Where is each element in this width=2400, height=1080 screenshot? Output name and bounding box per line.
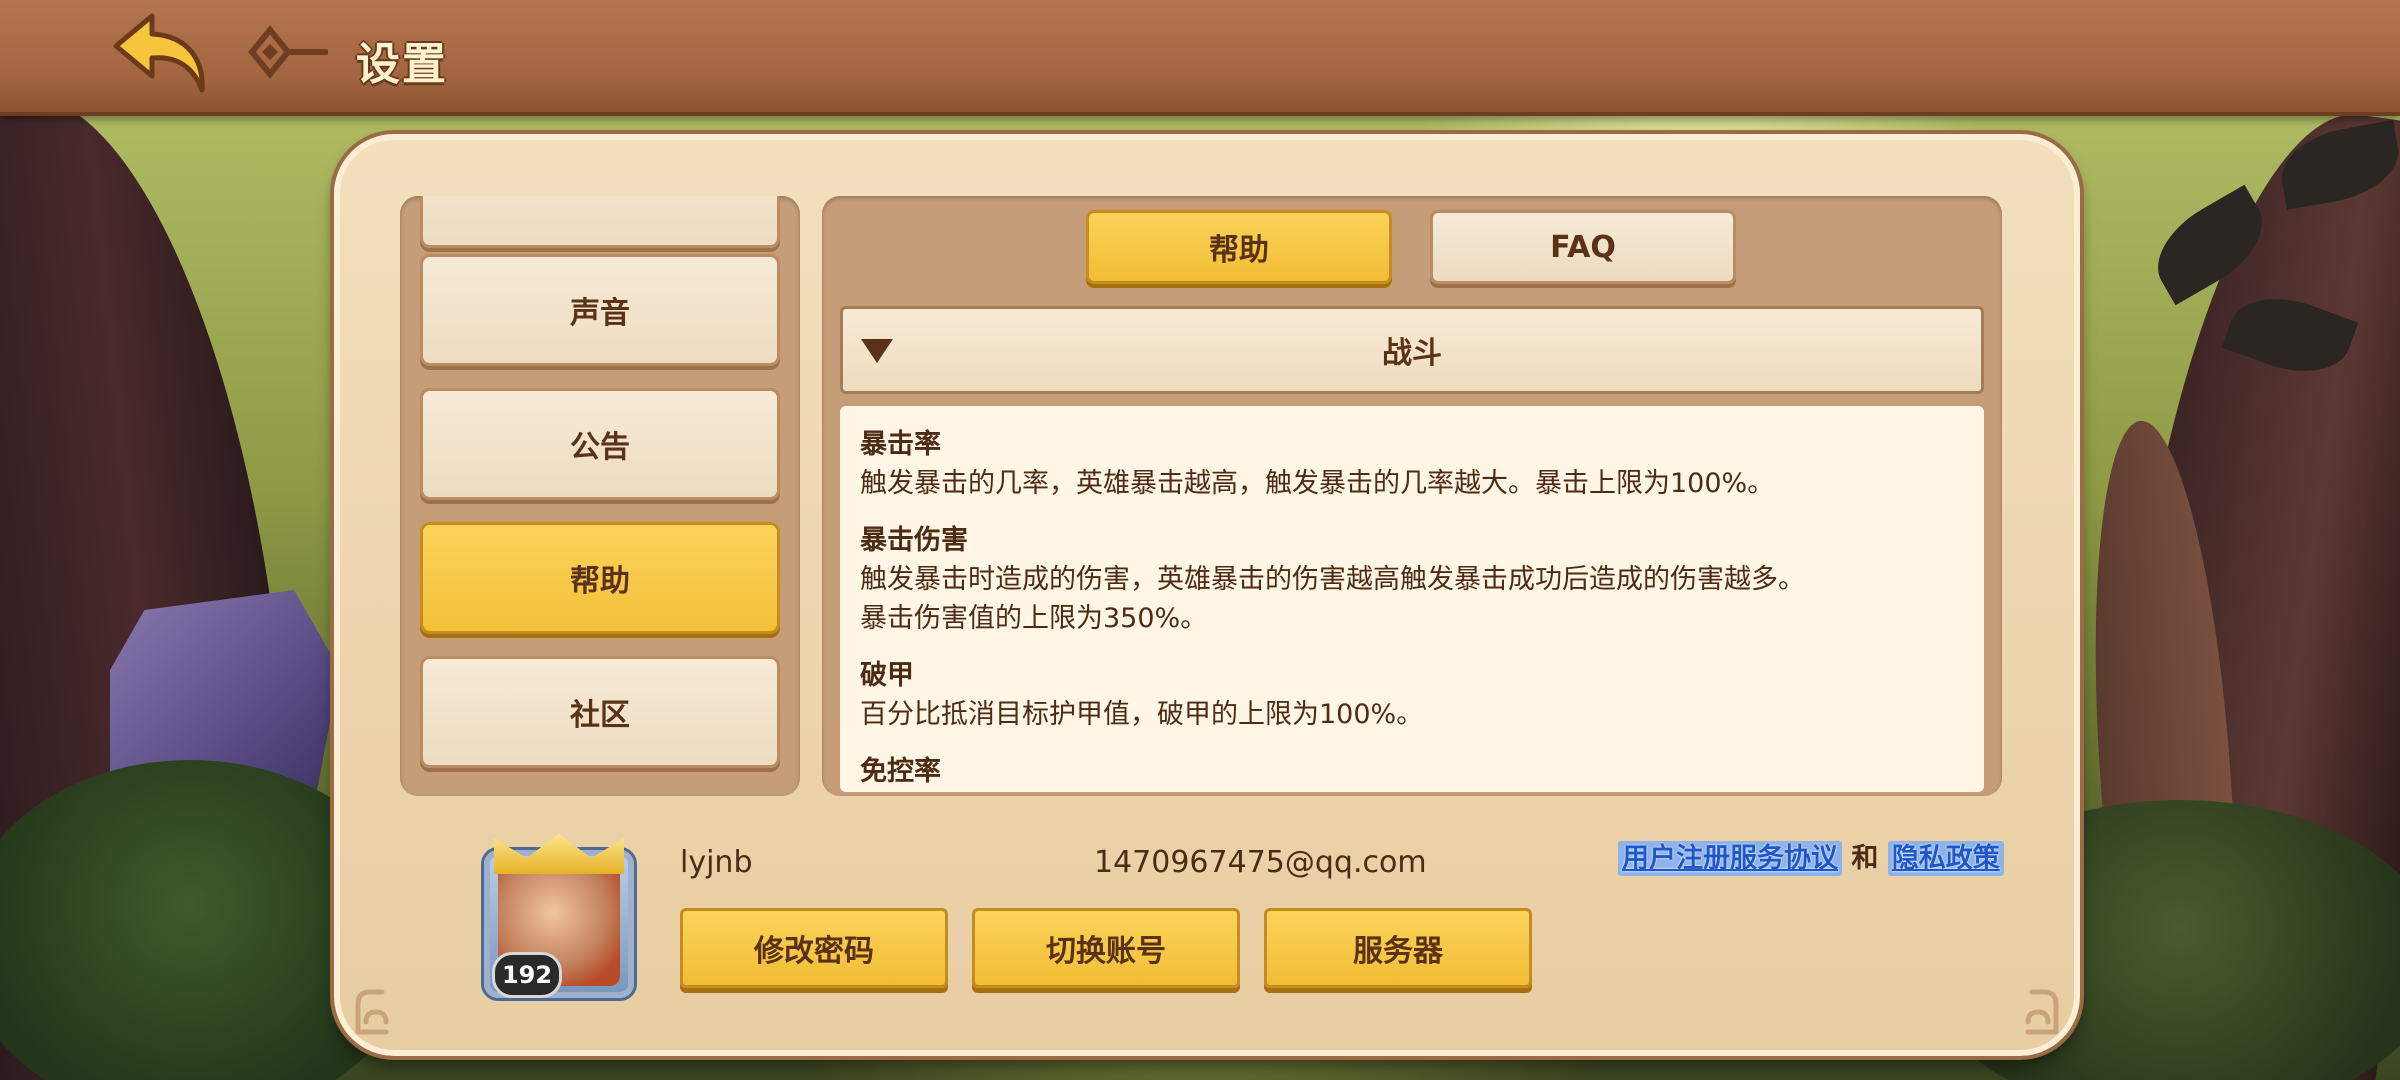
help-text-scroll[interactable]: 暴击率 触发暴击的几率，英雄暴击越高，触发暴击的几率越大。暴击上限为100%。 … (840, 406, 1984, 792)
button-label: 切换账号 (1046, 934, 1166, 969)
account-email: 1470967475@qq.com (1094, 845, 1427, 880)
menu-item-label: 公告 (570, 430, 630, 465)
menu-item-label: 帮助 (570, 564, 630, 599)
level-badge: 192 (492, 952, 562, 998)
section-header-battle[interactable]: 战斗 (840, 306, 1984, 394)
button-label: 服务器 (1353, 934, 1443, 969)
help-heading: 暴击伤害 (860, 525, 968, 556)
partial-line (860, 406, 1964, 407)
help-line: 触发暴击的几率，英雄暴击越高，触发暴击的几率越大。暴击上限为100%。 (860, 468, 1775, 499)
menu-item-label: 社区 (570, 698, 630, 733)
and-text: 和 (1851, 843, 1879, 874)
menu-item-hidden[interactable] (420, 196, 780, 248)
settings-menu: 声音 公告 帮助 社区 (400, 196, 800, 796)
switch-account-button[interactable]: 切换账号 (972, 908, 1240, 988)
top-bar: 设置 (0, 0, 2400, 116)
menu-item-help[interactable]: 帮助 (420, 522, 780, 634)
tab-help[interactable]: 帮助 (1086, 210, 1392, 284)
username: lyjnb (680, 845, 753, 880)
help-text-content: 暴击率 触发暴击的几率，英雄暴击越高，触发暴击的几率越大。暴击上限为100%。 … (860, 406, 1964, 792)
tab-label: FAQ (1550, 229, 1616, 265)
help-paragraph: 暴击伤害 触发暴击时造成的伤害，英雄暴击的伤害越高触发暴击成功后造成的伤害越多。… (860, 521, 1964, 638)
change-password-button[interactable]: 修改密码 (680, 908, 948, 988)
tab-faq[interactable]: FAQ (1430, 210, 1736, 284)
menu-item-announcement[interactable]: 公告 (420, 388, 780, 500)
server-button[interactable]: 服务器 (1264, 908, 1532, 988)
menu-item-community[interactable]: 社区 (420, 656, 780, 768)
help-line: 触发暴击时造成的伤害，英雄暴击的伤害越高触发暴击成功后造成的伤害越多。 (860, 564, 1805, 595)
corner-ornament-icon (2025, 989, 2059, 1035)
legal-links: 用户注册服务协议 和 隐私政策 (1618, 836, 2004, 876)
purple-rock (110, 590, 340, 790)
help-heading: 暴击率 (860, 429, 941, 460)
settings-panel: 声音 公告 帮助 社区 帮助 FAQ 战斗 暴击率 触发暴击的几率，英雄暴击越高… (334, 134, 2080, 1056)
back-button[interactable] (112, 8, 212, 98)
help-line: 百分比抵消目标护甲值，破甲的上限为100%。 (860, 699, 1424, 730)
help-heading: 破甲 (860, 660, 914, 691)
help-heading: 免控率 (860, 756, 941, 787)
crown-icon (494, 834, 624, 874)
collapse-triangle-icon (861, 339, 893, 363)
title-ornament-icon (248, 22, 329, 82)
user-agreement-link[interactable]: 用户注册服务协议 (1618, 841, 1842, 876)
menu-item-sound[interactable]: 声音 (420, 254, 780, 366)
player-avatar[interactable]: 192 (484, 834, 634, 998)
tab-label: 帮助 (1209, 233, 1269, 268)
help-content-area: 帮助 FAQ 战斗 暴击率 触发暴击的几率，英雄暴击越高，触发暴击的几率越大。暴… (822, 196, 2002, 796)
back-arrow-icon (113, 13, 205, 93)
help-paragraph: 破甲 百分比抵消目标护甲值，破甲的上限为100%。 (860, 656, 1964, 734)
help-paragraph: 暴击率 触发暴击的几率，英雄暴击越高，触发暴击的几率越大。暴击上限为100%。 (860, 425, 1964, 503)
page-title: 设置 (356, 39, 448, 90)
help-line: 暴击伤害值的上限为350%。 (860, 603, 1208, 634)
help-paragraph: 免控率 (860, 752, 1964, 791)
corner-ornament-icon (355, 989, 389, 1035)
menu-item-label: 声音 (570, 296, 630, 331)
privacy-policy-link[interactable]: 隐私政策 (1887, 841, 2004, 876)
section-title: 战斗 (1382, 336, 1442, 371)
button-label: 修改密码 (754, 934, 874, 969)
